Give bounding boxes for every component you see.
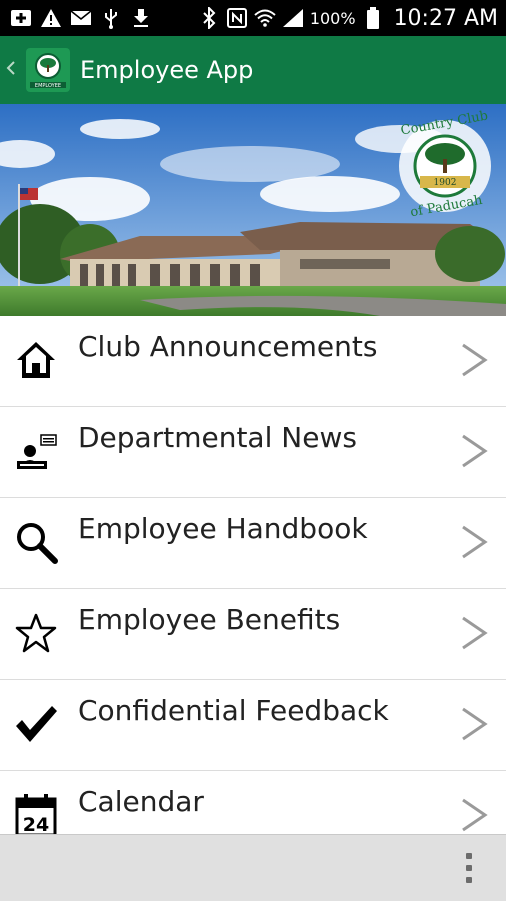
menu-item-label: Employee Benefits — [78, 603, 341, 636]
chevron-right-icon — [460, 706, 488, 742]
menu-item-label: Confidential Feedback — [78, 694, 389, 727]
overflow-menu-icon[interactable] — [464, 853, 474, 883]
menu-item-confidential-feedback[interactable]: Confidential Feedback — [0, 680, 506, 771]
back-chevron-icon[interactable] — [6, 60, 18, 81]
status-bar: 100% 10:27 AM — [0, 0, 506, 36]
mail-icon — [70, 7, 92, 29]
magnifier-icon — [14, 520, 58, 564]
house-icon — [14, 338, 58, 382]
menu-item-calendar[interactable]: 24 Calendar — [0, 771, 506, 834]
app-logo[interactable]: EMPLOYEE — [26, 48, 70, 92]
battery-percent: 100% — [309, 8, 356, 28]
news-presenter-icon — [14, 429, 58, 473]
bluetooth-icon — [198, 7, 220, 29]
clock: 10:27 AM — [393, 5, 498, 31]
bottom-bar — [0, 834, 506, 901]
add-box-icon — [10, 7, 32, 29]
usb-icon — [100, 7, 122, 29]
calendar-icon: 24 — [14, 793, 58, 834]
menu-list: Club Announcements Departmental News Emp… — [0, 316, 506, 834]
app-logo-caption: EMPLOYEE — [35, 83, 61, 89]
menu-item-employee-benefits[interactable]: Employee Benefits — [0, 589, 506, 680]
battery-icon — [362, 7, 384, 29]
menu-item-label: Calendar — [78, 785, 204, 818]
chevron-right-icon — [460, 615, 488, 651]
chevron-right-icon — [460, 797, 488, 833]
menu-item-club-announcements[interactable]: Club Announcements — [0, 316, 506, 407]
chevron-right-icon — [460, 342, 488, 378]
menu-item-departmental-news[interactable]: Departmental News — [0, 407, 506, 498]
menu-item-label: Club Announcements — [78, 330, 378, 363]
download-icon — [130, 7, 152, 29]
star-icon — [14, 611, 58, 655]
chevron-right-icon — [460, 433, 488, 469]
chevron-right-icon — [460, 524, 488, 560]
menu-item-employee-handbook[interactable]: Employee Handbook — [0, 498, 506, 589]
app-bar: EMPLOYEE Employee App — [0, 36, 506, 104]
nfc-icon — [226, 7, 248, 29]
calendar-day: 24 — [23, 814, 49, 834]
menu-item-label: Employee Handbook — [78, 512, 368, 545]
app-title: Employee App — [80, 56, 254, 84]
checkmark-icon — [14, 702, 58, 746]
wifi-icon — [254, 7, 276, 29]
menu-item-label: Departmental News — [78, 421, 357, 454]
signal-icon — [282, 7, 304, 29]
warning-icon — [40, 7, 62, 29]
club-banner-image: 1902 Country Club of Paducah — [0, 104, 506, 316]
seal-year: 1902 — [434, 178, 457, 188]
